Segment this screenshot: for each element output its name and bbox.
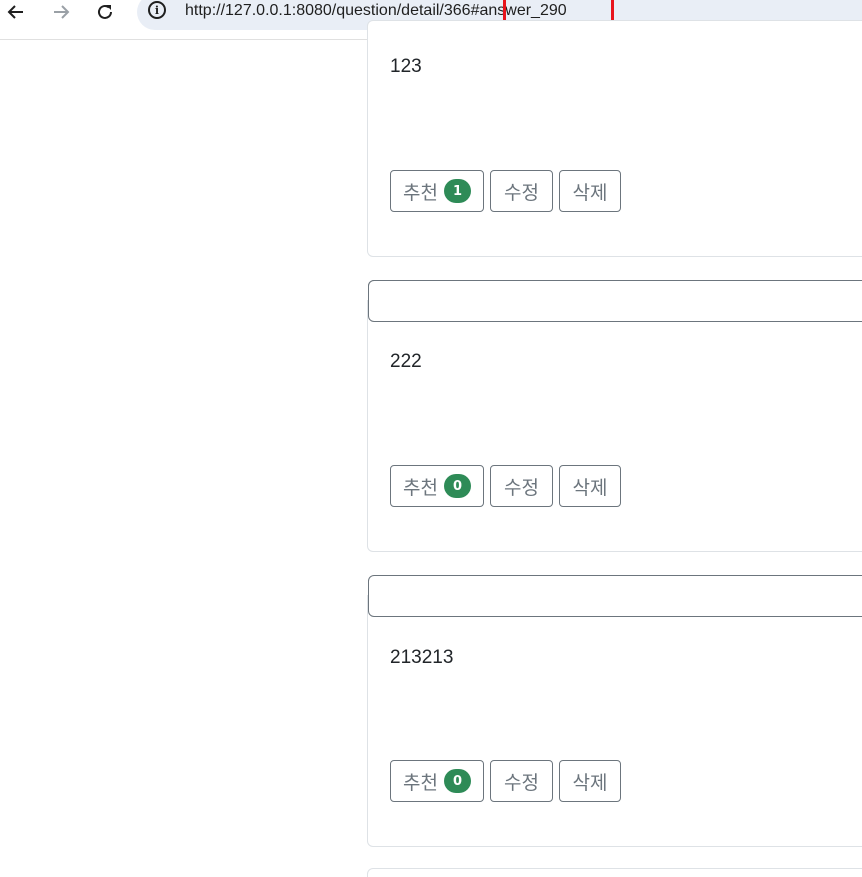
arrow-right-icon — [54, 5, 70, 19]
edit-button[interactable]: 수정 — [490, 465, 553, 507]
vote-label: 추천 — [403, 771, 438, 794]
delete-button[interactable]: 삭제 — [559, 170, 621, 212]
answer-content: 123 — [390, 56, 422, 77]
answer-card — [367, 868, 862, 877]
back-button[interactable] — [2, 0, 30, 24]
vote-count-badge: 1 — [443, 179, 471, 203]
reload-icon — [98, 4, 112, 19]
answer-card — [367, 20, 862, 257]
vote-button[interactable]: 추천 1 — [390, 170, 484, 212]
forward-button[interactable] — [47, 0, 75, 24]
vote-button[interactable]: 추천 0 — [390, 760, 484, 802]
answer-card — [367, 595, 862, 847]
edit-button[interactable]: 수정 — [490, 760, 553, 802]
answer-content: 222 — [390, 351, 422, 372]
vote-label: 추천 — [403, 181, 438, 204]
delete-button[interactable]: 삭제 — [559, 465, 621, 507]
edit-button[interactable]: 수정 — [490, 170, 553, 212]
site-info-icon[interactable]: i — [148, 1, 166, 19]
reload-button[interactable] — [91, 0, 119, 24]
answer-content: 213213 — [390, 647, 454, 668]
vote-count-badge: 0 — [443, 474, 471, 498]
vote-button[interactable]: 추천 0 — [390, 465, 484, 507]
arrow-left-icon — [7, 5, 23, 19]
answer-card — [367, 300, 862, 552]
answer-header-box — [368, 575, 862, 617]
vote-count-badge: 0 — [443, 769, 471, 793]
answer-header-box — [368, 280, 862, 322]
vote-label: 추천 — [403, 476, 438, 499]
delete-button[interactable]: 삭제 — [559, 760, 621, 802]
